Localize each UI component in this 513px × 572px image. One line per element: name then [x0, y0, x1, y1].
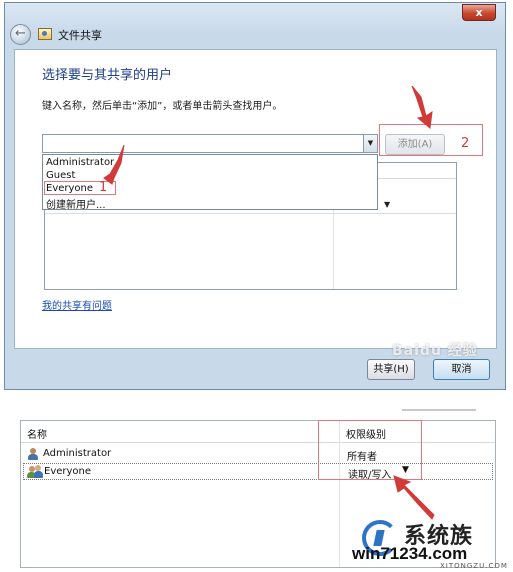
instruction-text: 键入名称，然后单击“添加”，或者单击箭头查找用户。	[42, 101, 283, 112]
nav-bar: ← 文件共享	[5, 21, 505, 49]
sharing-problem-link[interactable]: 我的共享有问题	[42, 297, 112, 312]
logo-subtitle: XITONGZU.COM	[440, 562, 508, 570]
chevron-down-icon[interactable]: ▼	[384, 200, 390, 209]
back-arrow-icon: ←	[15, 26, 26, 41]
user-name: Everyone	[44, 466, 92, 477]
share-button[interactable]: 共享(H)	[367, 359, 415, 380]
site-logo: 系统族 win71234.com XITONGZU.COM	[352, 514, 512, 570]
dropdown-item-create-user[interactable]: 创建新用户...	[46, 196, 106, 211]
dropdown-arrow-icon[interactable]: ▼	[363, 135, 377, 152]
annotation-box-permission	[318, 420, 422, 480]
dialog-content: 选择要与其共享的用户 键入名称，然后单击“添加”，或者单击箭头查找用户。 ▼ ▼…	[14, 49, 497, 349]
column-header-name[interactable]: 名称	[27, 426, 47, 441]
group-icon	[27, 465, 43, 479]
close-button[interactable]: x	[462, 4, 496, 21]
close-icon: x	[475, 6, 483, 19]
user-icon	[27, 448, 38, 460]
dropdown-item-guest[interactable]: Guest	[46, 170, 75, 181]
cancel-button[interactable]: 取消	[433, 359, 490, 380]
file-sharing-dialog: x ← 文件共享 选择要与其共享的用户 键入名称，然后单击“添加”，或者单击箭头…	[4, 2, 506, 390]
page-title: 选择要与其共享的用户	[42, 68, 173, 83]
permissions-list-header: 名称 权限级别	[21, 421, 495, 443]
user-name-combobox[interactable]: ▼	[42, 134, 378, 153]
back-button[interactable]: ←	[10, 24, 31, 45]
dropdown-item-administrator[interactable]: Administrator	[46, 157, 114, 168]
divider	[402, 409, 476, 411]
table-row[interactable]: Everyone 读取/写入 ▼	[23, 463, 493, 481]
annotation-number-2: 2	[461, 136, 470, 151]
baidu-watermark: Baidu 经验	[392, 343, 478, 359]
logo-site: win71234.com	[352, 544, 468, 563]
annotation-number-1: 1	[99, 180, 108, 195]
user-name: Administrator	[43, 448, 112, 459]
window-title: 文件共享	[58, 29, 102, 42]
share-folder-icon	[38, 28, 52, 40]
table-row[interactable]: Administrator 所有者	[23, 446, 493, 463]
